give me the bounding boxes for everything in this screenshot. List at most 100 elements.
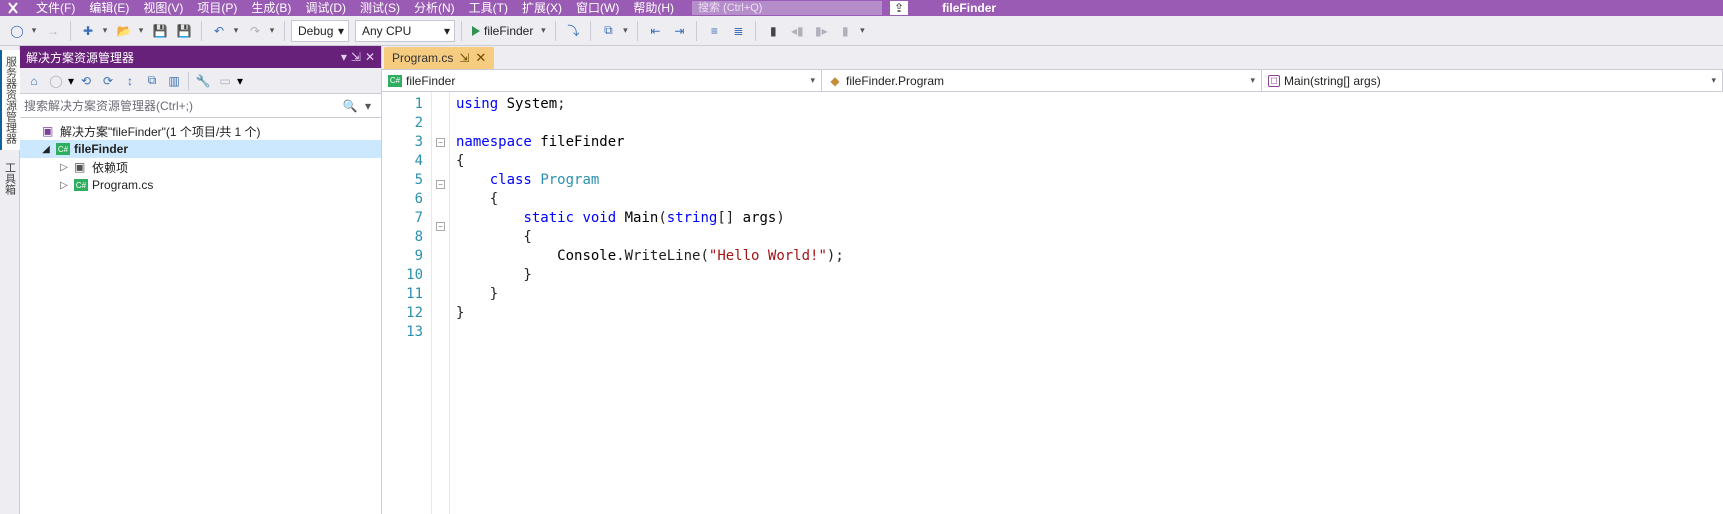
menu-item[interactable]: 帮助(H) bbox=[627, 0, 680, 16]
new-project-dropdown[interactable]: ▾ bbox=[99, 25, 111, 36]
chevron-down-icon: ▾ bbox=[810, 75, 815, 86]
find-dropdown[interactable]: ▾ bbox=[619, 25, 631, 36]
menu-item[interactable]: 项目(P) bbox=[191, 0, 243, 16]
save-all-button[interactable]: 💾 bbox=[173, 20, 195, 42]
menu-item[interactable]: 文件(F) bbox=[30, 0, 81, 16]
menu-item[interactable]: 测试(S) bbox=[354, 0, 406, 16]
quick-search-box[interactable]: 搜索 (Ctrl+Q) bbox=[692, 1, 882, 15]
folding-gutter[interactable]: −−− bbox=[432, 92, 450, 514]
menu-item[interactable]: 工具(T) bbox=[463, 0, 514, 16]
properties-button[interactable]: 🔧 bbox=[193, 71, 213, 91]
breadcrumb-label: fileFinder.Program bbox=[846, 74, 944, 88]
expander-icon[interactable]: ▷ bbox=[58, 180, 70, 191]
method-icon: ◻ bbox=[1268, 75, 1280, 87]
breadcrumb-method[interactable]: ◻ Main(string[] args) ▾ bbox=[1262, 70, 1723, 91]
solution-explorer-title: 解决方案资源管理器 bbox=[26, 49, 134, 66]
menu-item[interactable]: 窗口(W) bbox=[570, 0, 625, 16]
step-button[interactable]: ⤵ bbox=[562, 20, 584, 42]
platform-combo[interactable]: Any CPU ▾ bbox=[355, 20, 455, 42]
file-tab[interactable]: Program.cs ⇲ ✕ bbox=[384, 47, 494, 69]
menu-item[interactable]: 调试(D) bbox=[299, 0, 352, 16]
refresh-button[interactable]: ⟳ bbox=[98, 71, 118, 91]
sync-button[interactable]: ⟲ bbox=[76, 71, 96, 91]
startup-project-label: fileFinder bbox=[934, 1, 1004, 15]
pin-icon[interactable]: ▾ bbox=[341, 50, 347, 64]
menu-item[interactable]: 分析(N) bbox=[408, 0, 461, 16]
expander-icon[interactable]: ▷ bbox=[58, 162, 70, 173]
tree-label: 解决方案"fileFinder"(1 个项目/共 1 个) bbox=[60, 123, 261, 140]
start-debug-dropdown[interactable]: ▾ bbox=[537, 25, 549, 36]
redo-button[interactable]: ↷ bbox=[244, 20, 266, 42]
show-all-button[interactable]: ⧉ bbox=[142, 71, 162, 91]
menu-item[interactable]: 编辑(E) bbox=[83, 0, 135, 16]
toolbar-separator bbox=[637, 21, 638, 41]
menu-item[interactable]: 生成(B) bbox=[245, 0, 297, 16]
view-code-button[interactable]: ▭ bbox=[215, 71, 235, 91]
file-tab-label: Program.cs bbox=[392, 51, 453, 65]
preview-button[interactable]: ▥ bbox=[164, 71, 184, 91]
toolbox-tab[interactable]: 工具箱 bbox=[1, 156, 19, 201]
nav-back-button[interactable]: ◯ bbox=[6, 20, 28, 42]
indent-decrease-button[interactable]: ⇤ bbox=[644, 20, 666, 42]
run-target-label: fileFinder bbox=[484, 24, 533, 38]
editor-tab-bar: Program.cs ⇲ ✕ bbox=[382, 46, 1723, 70]
view-code-dropdown[interactable]: ▾ bbox=[237, 74, 243, 88]
breadcrumb-class[interactable]: ◆ fileFinder.Program ▾ bbox=[822, 70, 1262, 91]
sln-back-button[interactable]: ◯ bbox=[46, 71, 66, 91]
bookmark-clear-dropdown[interactable]: ▾ bbox=[856, 25, 868, 36]
redo-dropdown[interactable]: ▾ bbox=[266, 25, 278, 36]
nav-forward-button[interactable]: → bbox=[42, 20, 64, 42]
server-explorer-tab[interactable]: 服务器资源管理器 bbox=[0, 50, 20, 150]
nav-back-dropdown[interactable]: ▾ bbox=[28, 25, 40, 36]
chevron-down-icon: ▾ bbox=[338, 24, 344, 38]
live-share-button[interactable]: ⇪ bbox=[890, 1, 908, 15]
solution-explorer-toolbar: ⌂ ◯ ▾ ⟲ ⟳ ↕ ⧉ ▥ 🔧 ▭ ▾ bbox=[20, 68, 381, 94]
breadcrumb-label: fileFinder bbox=[406, 74, 455, 88]
code-content[interactable]: using System;namespace fileFinder{ class… bbox=[450, 92, 844, 514]
uncomment-button[interactable]: ≣ bbox=[727, 20, 749, 42]
toolbar-separator bbox=[461, 21, 462, 41]
close-icon[interactable]: ✕ bbox=[475, 50, 486, 66]
undo-dropdown[interactable]: ▾ bbox=[230, 25, 242, 36]
open-file-dropdown[interactable]: ▾ bbox=[135, 25, 147, 36]
find-in-files-button[interactable]: ⧉ bbox=[597, 20, 619, 42]
toolbar-separator bbox=[590, 21, 591, 41]
bookmark-prev-button[interactable]: ◂▮ bbox=[786, 20, 808, 42]
dependencies-icon: ▣ bbox=[74, 160, 88, 174]
chevron-down-icon[interactable]: ▾ bbox=[359, 99, 377, 113]
tree-label: 依赖项 bbox=[92, 159, 128, 176]
new-project-button[interactable]: ✚ bbox=[77, 20, 99, 42]
tree-project-node[interactable]: ◢ C# fileFinder bbox=[20, 140, 381, 158]
pin-icon[interactable]: ⇲ bbox=[459, 51, 469, 65]
undo-button[interactable]: ↶ bbox=[208, 20, 230, 42]
autohide-icon[interactable]: ⇲ bbox=[351, 50, 361, 64]
tree-solution-node[interactable]: ▣ 解决方案"fileFinder"(1 个项目/共 1 个) bbox=[20, 122, 381, 140]
class-icon: ◆ bbox=[828, 75, 842, 87]
expander-icon[interactable]: ◢ bbox=[40, 144, 52, 155]
breadcrumb-project[interactable]: C# fileFinder ▾ bbox=[382, 70, 822, 91]
start-debug-button[interactable]: fileFinder bbox=[468, 24, 537, 38]
close-icon[interactable]: ✕ bbox=[365, 50, 375, 64]
collapse-button[interactable]: ↕ bbox=[120, 71, 140, 91]
home-button[interactable]: ⌂ bbox=[24, 71, 44, 91]
tree-label: fileFinder bbox=[74, 142, 128, 156]
bookmark-next-button[interactable]: ▮▸ bbox=[810, 20, 832, 42]
menu-item[interactable]: 视图(V) bbox=[137, 0, 189, 16]
tree-dependencies-node[interactable]: ▷ ▣ 依赖项 bbox=[20, 158, 381, 176]
play-icon bbox=[472, 26, 480, 36]
breadcrumb-label: Main(string[] args) bbox=[1284, 74, 1381, 88]
save-button[interactable]: 💾 bbox=[149, 20, 171, 42]
solution-config-combo[interactable]: Debug ▾ bbox=[291, 20, 349, 42]
solution-search-placeholder: 搜索解决方案资源管理器(Ctrl+;) bbox=[24, 97, 341, 114]
sln-back-dropdown[interactable]: ▾ bbox=[68, 74, 74, 88]
solution-search-box[interactable]: 搜索解决方案资源管理器(Ctrl+;) 🔍 ▾ bbox=[20, 94, 381, 118]
menu-item[interactable]: 扩展(X) bbox=[516, 0, 568, 16]
comment-button[interactable]: ≡ bbox=[703, 20, 725, 42]
code-area[interactable]: 12345678910111213 −−− using System;names… bbox=[382, 92, 1723, 514]
tree-file-node[interactable]: ▷ C# Program.cs bbox=[20, 176, 381, 194]
chevron-down-icon: ▾ bbox=[1250, 75, 1255, 86]
bookmark-button[interactable]: ▮ bbox=[762, 20, 784, 42]
open-file-button[interactable]: 📂 bbox=[113, 20, 135, 42]
bookmark-clear-button[interactable]: ▮ bbox=[834, 20, 856, 42]
indent-increase-button[interactable]: ⇥ bbox=[668, 20, 690, 42]
